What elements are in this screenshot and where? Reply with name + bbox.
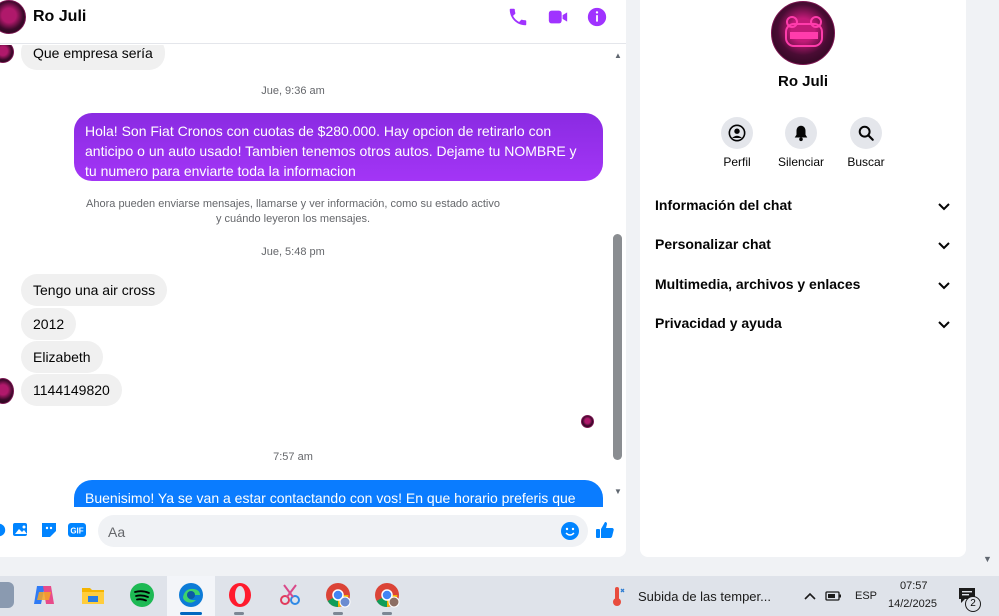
mute-action-button[interactable]: [785, 117, 817, 149]
message-input[interactable]: [98, 515, 588, 547]
chevron-up-icon[interactable]: [803, 590, 817, 602]
contact-avatar-small: [0, 378, 14, 404]
active-app-indicator: [180, 612, 202, 615]
profile-name: Ro Juli: [777, 73, 828, 90]
scroll-up-arrow-icon[interactable]: ▲: [613, 51, 623, 61]
message-incoming[interactable]: 2012: [21, 308, 77, 340]
chat-header: Ro Juli: [0, 0, 626, 44]
notification-count-badge[interactable]: 2: [965, 596, 981, 612]
profile-action-button[interactable]: [721, 117, 753, 149]
page-scroll-down-icon[interactable]: ▼: [983, 554, 995, 564]
message-list: Que empresa sería Jue, 9:36 am Hola! Son…: [0, 45, 612, 507]
svg-text:GIF: GIF: [70, 527, 83, 536]
search-action-label: Buscar: [847, 155, 885, 169]
message-outgoing[interactable]: Buenisimo! Ya se van a estar contactando…: [74, 480, 603, 507]
message-timestamp: 7:57 am: [273, 451, 313, 463]
section-label: Privacidad y ayuda: [655, 315, 782, 331]
search-action-button[interactable]: [850, 117, 882, 149]
system-note: Ahora pueden enviarse mensajes, llamarse…: [60, 197, 526, 227]
scroll-down-arrow-icon[interactable]: ▼: [613, 487, 623, 497]
opera-icon[interactable]: [227, 582, 253, 608]
message-incoming[interactable]: Tengo una air cross: [21, 274, 168, 306]
message-timestamp: Jue, 5:48 pm: [261, 246, 325, 258]
system-note-line: y cuándo leyeron los mensajes.: [215, 213, 371, 225]
section-label: Personalizar chat: [655, 236, 771, 252]
message-incoming[interactable]: 1144149820: [21, 374, 122, 406]
message-input-placeholder: Aa: [108, 524, 126, 540]
weather-widget-text[interactable]: Subida de las temper...: [638, 589, 771, 604]
message-incoming[interactable]: Elizabeth: [21, 341, 103, 373]
plus-icon[interactable]: [0, 520, 10, 540]
chevron-down-icon: [938, 203, 950, 211]
message-outgoing[interactable]: Hola! Son Fiat Cronos con cuotas de $280…: [74, 113, 603, 181]
open-app-indicator: [382, 612, 392, 615]
edge-browser-icon[interactable]: [178, 582, 204, 608]
mute-action-label: Silenciar: [777, 155, 825, 169]
chrome-profile-icon-2[interactable]: [374, 582, 400, 608]
message-timestamp: Jue, 9:36 am: [261, 85, 325, 97]
clock-time[interactable]: 07:57: [900, 580, 928, 592]
contact-avatar-small: [0, 45, 14, 63]
bell-icon: [794, 125, 808, 142]
chrome-profile-icon[interactable]: [325, 582, 351, 608]
profile-icon: [728, 124, 746, 142]
open-app-indicator: [234, 612, 244, 615]
profile-action[interactable]: Perfil: [707, 117, 767, 169]
battery-network-icon[interactable]: [825, 589, 843, 603]
thermometer-icon[interactable]: [609, 585, 625, 607]
open-app-indicator: [333, 612, 343, 615]
file-explorer-icon[interactable]: [80, 582, 106, 608]
clock-date[interactable]: 14/2/2025: [888, 598, 937, 610]
mute-action[interactable]: Silenciar: [771, 117, 831, 169]
chevron-down-icon: [938, 282, 950, 290]
snipping-tool-icon[interactable]: [277, 582, 303, 608]
search-action[interactable]: Buscar: [836, 117, 896, 169]
start-partial-icon[interactable]: [0, 582, 14, 608]
info-icon[interactable]: [586, 6, 608, 28]
section-label: Multimedia, archivos y enlaces: [655, 276, 861, 292]
chat-panel: Ro Juli Que empresa sería Jue, 9:36 am H…: [0, 0, 626, 557]
section-media-files-links[interactable]: Multimedia, archivos y enlaces: [655, 276, 951, 298]
profile-avatar[interactable]: [771, 1, 835, 65]
message-incoming[interactable]: Que empresa sería: [21, 45, 165, 70]
section-label: Información del chat: [655, 197, 792, 213]
search-icon: [858, 125, 874, 141]
phone-call-icon[interactable]: [507, 6, 529, 28]
video-call-icon[interactable]: [547, 6, 569, 28]
spotify-icon[interactable]: [129, 582, 155, 608]
image-icon[interactable]: [11, 520, 31, 540]
emoji-icon[interactable]: [560, 521, 580, 541]
section-privacy-help[interactable]: Privacidad y ayuda: [655, 315, 951, 337]
chevron-down-icon: [938, 242, 950, 250]
sticker-icon[interactable]: [39, 520, 59, 540]
section-chat-info[interactable]: Información del chat: [655, 197, 951, 219]
chevron-down-icon: [938, 321, 950, 329]
chat-scrollbar-thumb[interactable]: [613, 234, 622, 460]
input-language[interactable]: ESP: [855, 590, 877, 602]
section-customize-chat[interactable]: Personalizar chat: [655, 236, 951, 258]
profile-action-label: Perfil: [723, 155, 751, 169]
system-note-line: Ahora pueden enviarse mensajes, llamarse…: [86, 198, 500, 210]
contact-avatar[interactable]: [0, 0, 26, 34]
copilot-icon[interactable]: [31, 582, 57, 608]
contact-name[interactable]: Ro Juli: [33, 8, 86, 26]
thumbs-up-icon[interactable]: [595, 520, 615, 540]
profile-logo-icon: [785, 16, 823, 47]
gif-icon[interactable]: GIF: [67, 520, 87, 540]
read-receipt-avatar: [581, 415, 594, 428]
